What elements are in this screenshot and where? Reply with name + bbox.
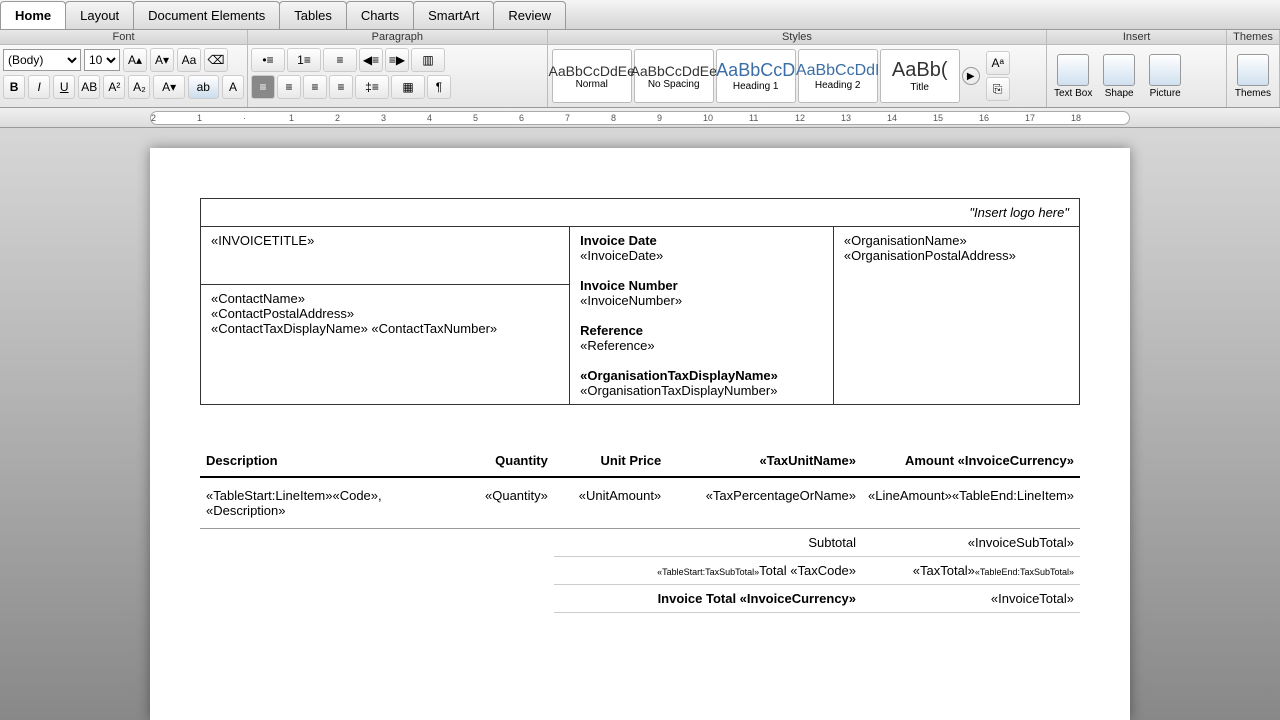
shape-icon: [1103, 54, 1135, 86]
styles-more-button[interactable]: ▶: [962, 67, 980, 85]
shading-button[interactable]: ▦: [391, 75, 425, 99]
col-amount: Amount «InvoiceCurrency»: [862, 445, 1080, 477]
group-label-insert: Insert: [1047, 30, 1226, 45]
superscript-button[interactable]: A²: [103, 75, 125, 99]
bullets-button[interactable]: •≡: [251, 48, 285, 72]
tab-layout[interactable]: Layout: [65, 1, 134, 29]
group-font: Font (Body) 10 A▴ A▾ Aa ⌫ B I U AB A² A₂…: [0, 30, 248, 107]
textbox-icon: [1057, 54, 1089, 86]
invoice-title: «INVOICETITLE»: [201, 227, 570, 285]
group-themes: Themes Themes: [1227, 30, 1280, 107]
tab-review[interactable]: Review: [493, 1, 566, 29]
grow-font-button[interactable]: A▴: [123, 48, 147, 72]
font-name-select[interactable]: (Body): [3, 49, 81, 71]
highlight-button[interactable]: ab: [188, 75, 219, 99]
tab-tables[interactable]: Tables: [279, 1, 347, 29]
group-label-font: Font: [0, 30, 247, 45]
insert-picture-button[interactable]: Picture: [1143, 54, 1187, 99]
strike-button[interactable]: AB: [78, 75, 100, 99]
line-spacing-button[interactable]: ‡≡: [355, 75, 389, 99]
invoice-header-table: "Insert logo here" «INVOICETITLE» Invoic…: [200, 198, 1080, 405]
style-heading-1[interactable]: AaBbCcDHeading 1: [716, 49, 796, 103]
group-label-themes: Themes: [1227, 30, 1279, 45]
themes-icon: [1237, 54, 1269, 86]
group-paragraph: Paragraph •≡ 1≡ ≡ ◀≡ ≡▶ ▥ ≡ ≡ ≡ ≡ ‡≡ ▦ ¶: [248, 30, 548, 107]
table-header-row: Description Quantity Unit Price «TaxUnit…: [200, 445, 1080, 477]
subtotal-row: Subtotal «InvoiceSubTotal»: [200, 529, 1080, 557]
picture-icon: [1149, 54, 1181, 86]
style-normal[interactable]: AaBbCcDdEeNormal: [552, 49, 632, 103]
show-marks-button[interactable]: ¶: [427, 75, 451, 99]
ribbon: Font (Body) 10 A▴ A▾ Aa ⌫ B I U AB A² A₂…: [0, 30, 1280, 108]
justify-button[interactable]: ≡: [329, 75, 353, 99]
insert-shape-button[interactable]: Shape: [1097, 54, 1141, 99]
italic-button[interactable]: I: [28, 75, 50, 99]
change-case-button[interactable]: Aa: [177, 48, 201, 72]
numbering-button[interactable]: 1≡: [287, 48, 321, 72]
col-unit-price: Unit Price: [554, 445, 667, 477]
align-right-button[interactable]: ≡: [303, 75, 327, 99]
group-label-styles: Styles: [548, 30, 1046, 45]
columns-button[interactable]: ▥: [411, 48, 445, 72]
table-row: «TableStart:LineItem»«Code», «Descriptio…: [200, 477, 1080, 529]
col-tax: «TaxUnitName»: [667, 445, 862, 477]
contact-cell: «ContactName» «ContactPostalAddress» «Co…: [201, 284, 570, 404]
style-no-spacing[interactable]: AaBbCcDdEeNo Spacing: [634, 49, 714, 103]
insert-textbox-button[interactable]: Text Box: [1051, 54, 1095, 99]
col-description: Description: [200, 445, 464, 477]
subscript-button[interactable]: A₂: [128, 75, 150, 99]
document-page[interactable]: "Insert logo here" «INVOICETITLE» Invoic…: [150, 148, 1130, 720]
outdent-button[interactable]: ◀≡: [359, 48, 383, 72]
invoice-total-row: Invoice Total «InvoiceCurrency» «Invoice…: [200, 585, 1080, 613]
text-effects-button[interactable]: A: [222, 75, 244, 99]
horizontal-ruler[interactable]: 21·123456789101112131415161718: [0, 108, 1280, 128]
tab-charts[interactable]: Charts: [346, 1, 414, 29]
font-size-select[interactable]: 10: [84, 49, 120, 71]
indent-button[interactable]: ≡▶: [385, 48, 409, 72]
underline-button[interactable]: U: [53, 75, 75, 99]
invoice-meta-cell: Invoice Date «InvoiceDate» Invoice Numbe…: [570, 227, 834, 405]
style-heading-2[interactable]: AaBbCcDdIHeading 2: [798, 49, 878, 103]
styles-pane-button[interactable]: Aᵃ: [986, 51, 1010, 75]
tab-document-elements[interactable]: Document Elements: [133, 1, 280, 29]
shrink-font-button[interactable]: A▾: [150, 48, 174, 72]
tab-smartart[interactable]: SmartArt: [413, 1, 494, 29]
multilevel-button[interactable]: ≡: [323, 48, 357, 72]
col-quantity: Quantity: [464, 445, 554, 477]
style-title[interactable]: AaBb(Title: [880, 49, 960, 103]
workspace: "Insert logo here" «INVOICETITLE» Invoic…: [0, 128, 1280, 720]
bold-button[interactable]: B: [3, 75, 25, 99]
themes-button[interactable]: Themes: [1231, 54, 1275, 99]
organisation-cell: «OrganisationName» «OrganisationPostalAd…: [833, 227, 1079, 405]
logo-placeholder: "Insert logo here": [201, 199, 1080, 227]
tax-subtotal-row: «TableStart:TaxSubTotal»Total «TaxCode» …: [200, 557, 1080, 585]
align-left-button[interactable]: ≡: [251, 75, 275, 99]
tab-home[interactable]: Home: [0, 1, 66, 29]
group-styles: Styles AaBbCcDdEeNormal AaBbCcDdEeNo Spa…: [548, 30, 1047, 107]
group-insert: Insert Text Box Shape Picture: [1047, 30, 1227, 107]
manage-styles-button[interactable]: ⎘: [986, 77, 1010, 101]
ribbon-tabs: Home Layout Document Elements Tables Cha…: [0, 0, 1280, 30]
clear-format-button[interactable]: ⌫: [204, 48, 228, 72]
group-label-paragraph: Paragraph: [248, 30, 547, 45]
align-center-button[interactable]: ≡: [277, 75, 301, 99]
line-items-table: Description Quantity Unit Price «TaxUnit…: [200, 445, 1080, 613]
font-color-button[interactable]: A▾: [153, 75, 184, 99]
